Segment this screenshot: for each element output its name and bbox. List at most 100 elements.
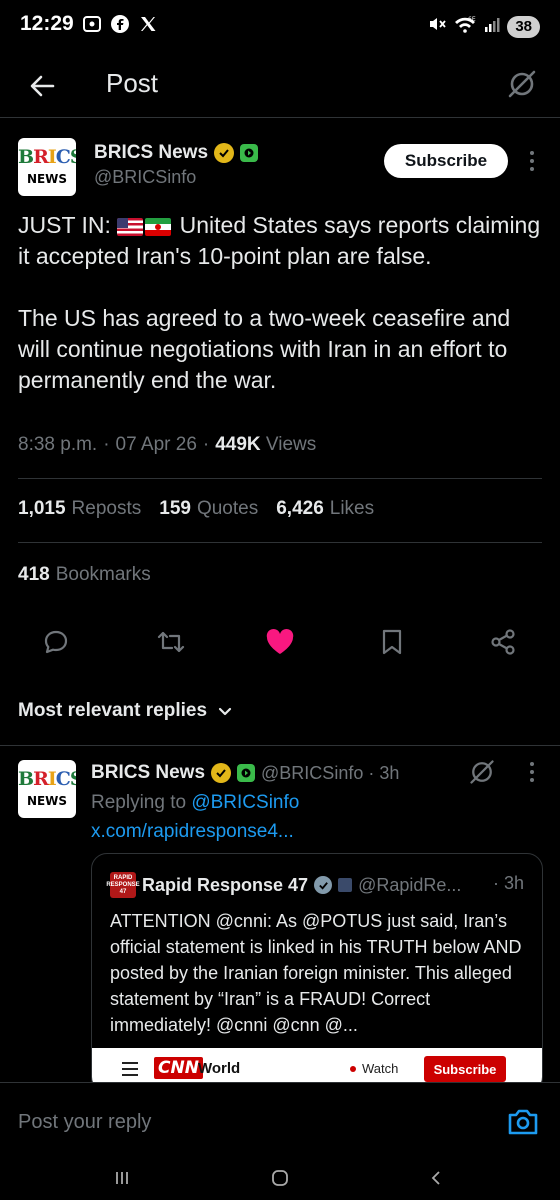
quoted-post[interactable]: RAPID RESPONSE 47 Rapid Response 47 @Rap… [91, 853, 543, 1093]
repost-icon [157, 631, 185, 653]
system-back-button[interactable] [424, 1166, 448, 1190]
likes-stat[interactable]: 6,426 Likes [276, 498, 374, 520]
page-title: Post [106, 68, 159, 98]
reply-composer: Post your reply [0, 1082, 560, 1158]
chevron-left-icon [431, 1171, 440, 1185]
reply-avatar[interactable]: BRICS NEWS [18, 760, 76, 818]
verified-badge-icon [211, 763, 232, 783]
reply-button[interactable] [40, 626, 72, 658]
heart-filled-icon [266, 629, 294, 654]
quoted-time: · 3h [492, 873, 524, 893]
views-count: 449K [215, 434, 261, 455]
quoted-author: RAPID RESPONSE 47 Rapid Response 47 @Rap… [106, 872, 462, 898]
quotes-stat[interactable]: 159 Quotes [159, 498, 258, 520]
quoted-avatar: RAPID RESPONSE 47 [106, 872, 140, 898]
iran-flag-icon [145, 218, 172, 236]
cnn-watch: Watch [350, 1061, 398, 1076]
battery-level: 38 [515, 18, 532, 35]
avatar[interactable]: BRICS NEWS [18, 138, 76, 196]
recent-apps-button[interactable] [110, 1166, 134, 1190]
avatar-logo-text: BRICS [18, 146, 76, 168]
cnn-section: World [198, 1060, 241, 1077]
home-button[interactable] [268, 1166, 292, 1190]
grok-icon [508, 70, 536, 98]
facebook-icon [110, 14, 130, 39]
post-text: JUST IN: United States says reports clai… [18, 210, 543, 396]
svg-text:6E: 6E [468, 16, 476, 23]
post-meta: 8:38 p.m. · 07 Apr 26 · 449K Views [18, 434, 317, 456]
quoted-author-name: Rapid Response 47 [142, 874, 309, 895]
screenshot-icon [82, 14, 102, 39]
affiliate-badge-icon [240, 144, 259, 162]
chevron-down-icon [218, 707, 232, 716]
author-name: BRICS News [94, 142, 209, 163]
like-button[interactable] [264, 626, 296, 658]
replying-to-handle-link[interactable]: @BRICSinfo [191, 792, 299, 813]
camera-icon [508, 1109, 538, 1135]
grok-icon [470, 760, 494, 784]
post-text-para2: The US has agreed to a two-week ceasefir… [18, 305, 511, 393]
arrow-left-icon [30, 75, 55, 97]
mute-icon [427, 14, 447, 39]
replying-to: Replying to @BRICSinfo [91, 792, 300, 813]
hamburger-menu-icon [122, 1062, 138, 1076]
reply-input[interactable]: Post your reply [18, 1111, 151, 1134]
author-handle[interactable]: @BRICSinfo [94, 167, 196, 188]
divider [18, 542, 542, 543]
post-date[interactable]: 07 Apr 26 [116, 434, 197, 456]
engagement-stats: 1,015 Reposts 159 Quotes 6,426 Likes [18, 498, 392, 520]
status-left-icons [82, 14, 158, 39]
share-icon [491, 629, 515, 655]
avatar-logo-text: BRICS [18, 768, 76, 790]
quoted-handle: @RapidRe... [358, 874, 462, 895]
share-button[interactable] [487, 626, 519, 658]
government-flag-icon [338, 878, 353, 892]
cnn-subscribe: Subscribe [424, 1056, 506, 1082]
reply-handle-time: @BRICSinfo · 3h [261, 762, 400, 783]
reply-more-options-button[interactable] [522, 760, 542, 784]
replies-sort-dropdown[interactable]: Most relevant replies [18, 700, 233, 722]
reply-author-name: BRICS News [91, 762, 206, 783]
bookmark-button[interactable] [376, 626, 408, 658]
wifi-icon: 6E [453, 14, 477, 39]
status-bar: 12:29 6E 38 [0, 0, 560, 52]
reply-grok-button[interactable] [468, 758, 496, 786]
post-time[interactable]: 8:38 p.m. [18, 434, 97, 456]
status-right-icons: 6E 38 [427, 14, 540, 39]
back-button[interactable] [22, 66, 62, 106]
avatar-logo-subtext: NEWS [26, 794, 68, 808]
x-logo-icon [138, 14, 158, 39]
system-nav-bar [0, 1158, 560, 1200]
avatar-logo-subtext: NEWS [26, 172, 68, 186]
home-icon [272, 1170, 288, 1186]
divider [0, 745, 560, 746]
reply-link[interactable]: x.com/rapidresponse4... [91, 821, 294, 843]
post-author[interactable]: BRICS News [94, 142, 259, 164]
cnn-logo: CNN [154, 1057, 203, 1079]
bookmarks-stat[interactable]: 418 Bookmarks [18, 564, 151, 586]
camera-button[interactable] [506, 1105, 540, 1139]
battery-indicator: 38 [507, 15, 540, 38]
grok-button[interactable] [502, 64, 542, 104]
verified-badge-icon [314, 876, 333, 894]
quoted-text: ATTENTION @cnni: As @POTUS just said, Ir… [110, 911, 522, 1035]
bookmark-icon [382, 629, 402, 655]
recent-apps-icon [116, 1172, 128, 1184]
divider [18, 478, 542, 479]
verified-badge-icon [214, 143, 235, 163]
repost-button[interactable] [155, 626, 187, 658]
views-label: Views [265, 434, 317, 455]
us-flag-icon [117, 218, 144, 236]
post-actions [0, 620, 560, 664]
post-text-prefix: JUST IN: [18, 212, 118, 238]
replies-sort-label: Most relevant replies [18, 700, 208, 721]
more-options-button[interactable] [522, 146, 542, 176]
subscribe-button[interactable]: Subscribe [384, 144, 508, 178]
affiliate-badge-icon [237, 764, 256, 782]
reply-author[interactable]: BRICS News @BRICSinfo · 3h [91, 762, 399, 784]
live-dot-icon [350, 1065, 356, 1072]
reply-icon [44, 630, 68, 654]
reposts-stat[interactable]: 1,015 Reposts [18, 498, 141, 520]
status-time: 12:29 [20, 12, 74, 35]
signal-icon [483, 15, 501, 38]
